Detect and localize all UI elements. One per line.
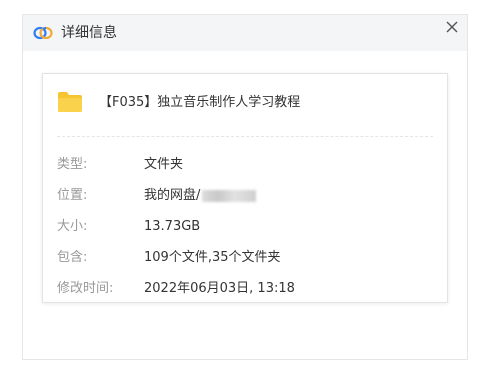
- contains-value: 109个文件,35个文件夹: [144, 250, 281, 265]
- dialog-title: 详细信息: [61, 25, 117, 41]
- location-value-wrap[interactable]: 我的网盘/: [144, 187, 257, 205]
- divider: [57, 136, 433, 137]
- size-label: 大小:: [57, 219, 88, 234]
- location-value[interactable]: 我的网盘/: [144, 188, 200, 203]
- close-icon[interactable]: [443, 17, 461, 37]
- file-name: 【F035】独立音乐制作人学习教程: [99, 95, 301, 110]
- folder-icon: [58, 92, 82, 112]
- file-info-card: 【F035】独立音乐制作人学习教程 类型: 文件夹 位置: 我的网盘/ 大小: …: [42, 73, 448, 303]
- contains-label: 包含:: [57, 250, 88, 265]
- modified-value: 2022年06月03日, 13:18: [144, 281, 295, 296]
- dialog-titlebar: 详细信息: [23, 15, 467, 51]
- redacted-path: [202, 189, 257, 202]
- size-value: 13.73GB: [144, 219, 201, 234]
- location-label: 位置:: [57, 188, 88, 203]
- modified-label: 修改时间:: [57, 281, 114, 296]
- details-dialog: 详细信息 【F035】独立音乐制作人学习教程 类型: 文件夹 位置: 我的网盘/…: [22, 14, 468, 360]
- type-label: 类型:: [57, 157, 88, 172]
- type-value: 文件夹: [144, 157, 184, 172]
- baidu-netdisk-icon: [33, 26, 53, 40]
